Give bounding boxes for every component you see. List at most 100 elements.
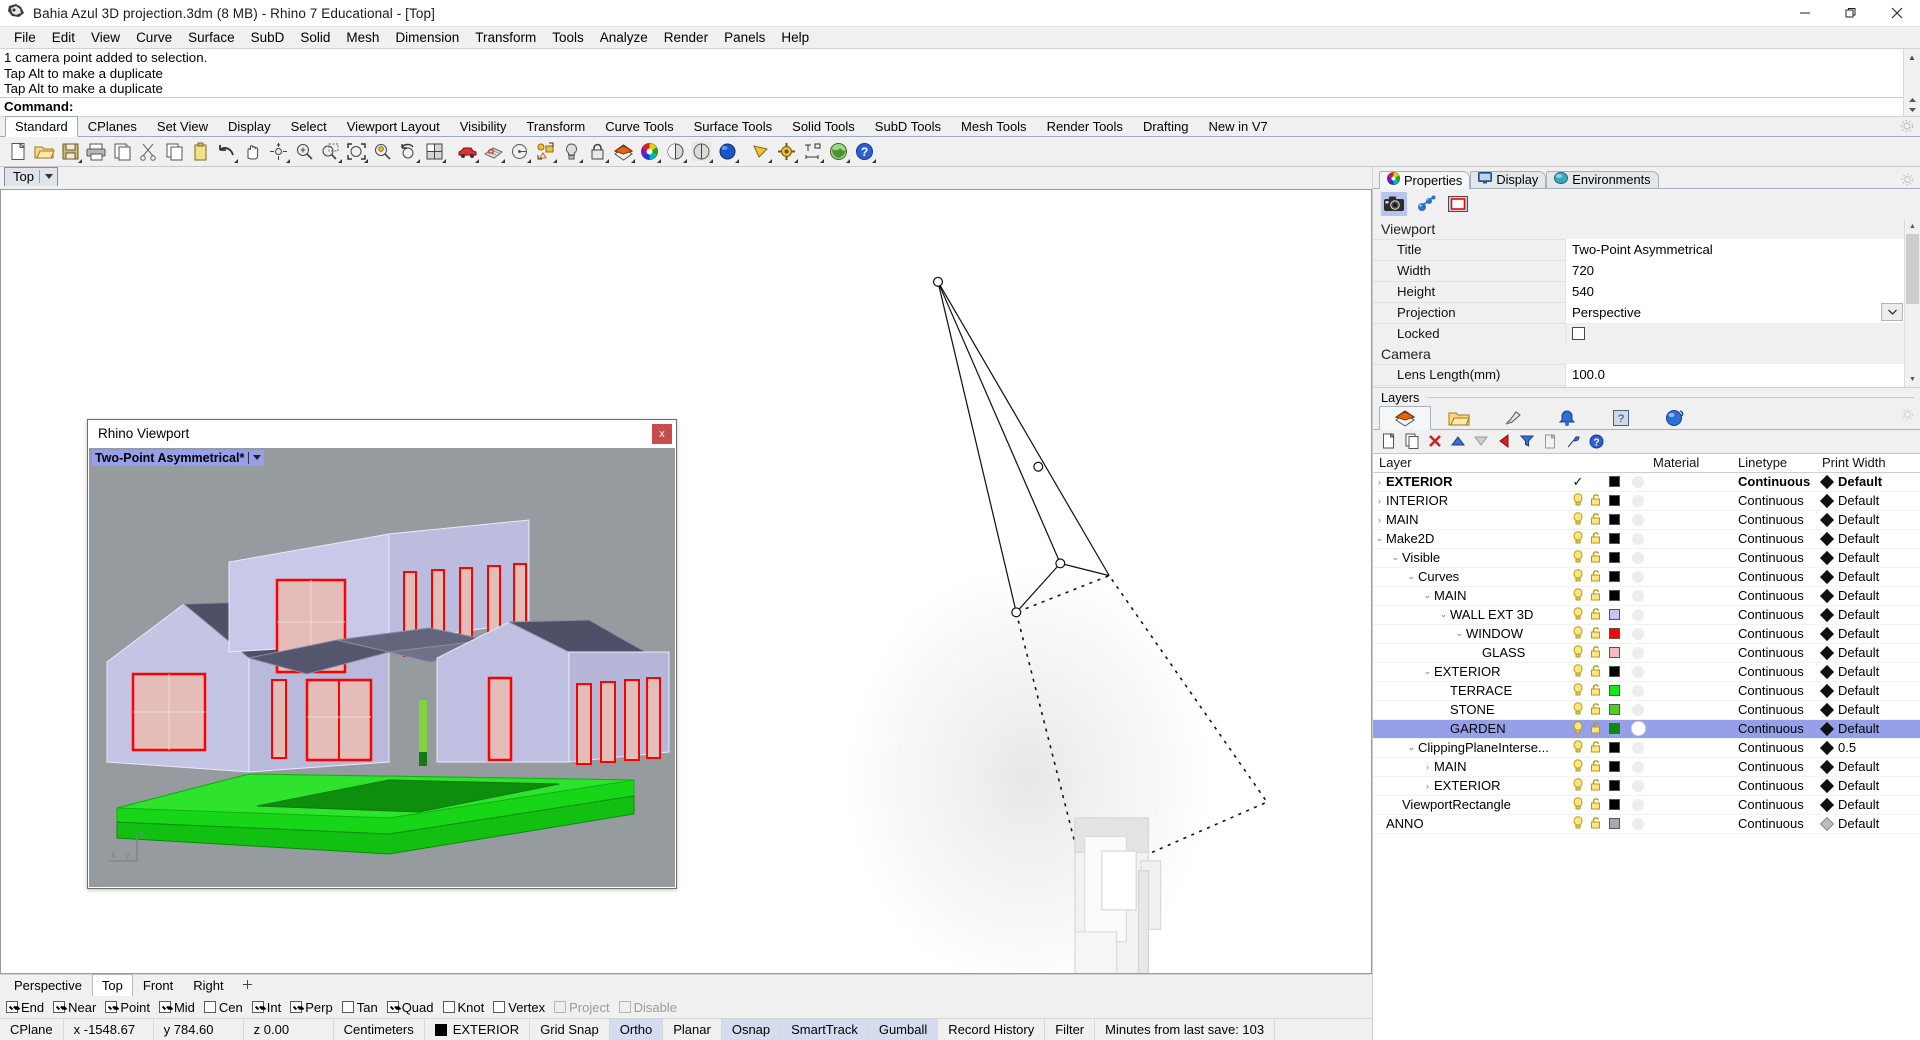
- chevron-down-icon[interactable]: ⌄: [1453, 628, 1466, 639]
- layer-name-cell[interactable]: ANNO: [1373, 816, 1569, 831]
- render-settings-icon[interactable]: [773, 138, 799, 164]
- camera-icon[interactable]: [1381, 192, 1407, 216]
- layer-material-swatch[interactable]: [1623, 818, 1653, 830]
- unlocked-padlock-icon[interactable]: [1590, 759, 1602, 775]
- osnap-project[interactable]: Project: [554, 1000, 609, 1015]
- lightbulb-icon[interactable]: [1572, 740, 1584, 756]
- lightbulb-icon[interactable]: [1572, 626, 1584, 642]
- layer-visibility-toggle[interactable]: [1569, 683, 1587, 699]
- menu-render[interactable]: Render: [656, 28, 716, 47]
- layer-linetype[interactable]: Continuous: [1738, 778, 1822, 793]
- layer-row[interactable]: ⌄EXTERIORContinuousDefault: [1373, 663, 1920, 682]
- floating-viewport-canvas[interactable]: Two-Point Asymmetrical*: [89, 448, 675, 887]
- checkbox[interactable]: [6, 1001, 18, 1013]
- undo-icon[interactable]: [213, 138, 239, 164]
- layer-row[interactable]: ⌄WALL EXT 3DContinuousDefault: [1373, 606, 1920, 625]
- tab-environments[interactable]: Environments: [1546, 171, 1658, 188]
- delete-layer-icon[interactable]: [1425, 431, 1445, 451]
- lightbulb-icon[interactable]: [1572, 797, 1584, 813]
- layer-name-cell[interactable]: ⌄ClippingPlaneInterse...: [1373, 740, 1569, 755]
- layer-visibility-toggle[interactable]: [1569, 664, 1587, 680]
- viewport-tab-front[interactable]: Front: [133, 974, 183, 996]
- viewport-tab-perspective[interactable]: Perspective: [4, 974, 92, 996]
- viewport-properties-icon[interactable]: [1445, 192, 1471, 216]
- toolbar-tab-drafting[interactable]: Drafting: [1133, 116, 1199, 136]
- layer-print-width[interactable]: Default: [1822, 797, 1920, 812]
- layer-material-swatch[interactable]: [1623, 533, 1653, 545]
- layers-grid[interactable]: Layer Material Linetype Print Width ›EXT…: [1373, 453, 1920, 1040]
- layer-color-swatch[interactable]: [1605, 818, 1623, 829]
- layers-icon[interactable]: [610, 138, 636, 164]
- checkbox[interactable]: [159, 1001, 171, 1013]
- lightbulb-icon[interactable]: [1572, 531, 1584, 547]
- render-preview-icon[interactable]: [747, 138, 773, 164]
- lightbulb-icon[interactable]: [1572, 778, 1584, 794]
- unlocked-padlock-icon[interactable]: [1590, 664, 1602, 680]
- unlocked-padlock-icon[interactable]: [1590, 569, 1602, 585]
- zoom-extents-icon[interactable]: [343, 138, 369, 164]
- layer-print-width[interactable]: Default: [1822, 645, 1920, 660]
- toolbar-tab-viewport-layout[interactable]: Viewport Layout: [337, 116, 450, 136]
- select-objects-icon[interactable]: [532, 138, 558, 164]
- lightbulb-icon[interactable]: [1572, 588, 1584, 604]
- layer-visibility-toggle[interactable]: [1569, 816, 1587, 832]
- checkbox[interactable]: [443, 1001, 455, 1013]
- menu-transform[interactable]: Transform: [467, 28, 544, 47]
- toolbar-tab-curve-tools[interactable]: Curve Tools: [595, 116, 683, 136]
- viewport-width-field[interactable]: 720: [1565, 260, 1904, 281]
- layer-row[interactable]: ›MAINContinuousDefault: [1373, 511, 1920, 530]
- scroll-up-icon[interactable]: ▲: [1904, 49, 1920, 66]
- checkbox[interactable]: [105, 1001, 117, 1013]
- osnap-perp[interactable]: Perp: [290, 1000, 332, 1015]
- layer-visibility-toggle[interactable]: ✓: [1569, 474, 1587, 490]
- checkbox[interactable]: [493, 1001, 505, 1013]
- layer-row[interactable]: GARDENContinuousDefault: [1373, 720, 1920, 739]
- layer-color-swatch[interactable]: [1605, 666, 1623, 677]
- named-view-car-icon[interactable]: [454, 138, 480, 164]
- layer-visibility-toggle[interactable]: [1569, 512, 1587, 528]
- layer-visibility-toggle[interactable]: [1569, 493, 1587, 509]
- menu-surface[interactable]: Surface: [180, 28, 243, 47]
- layer-properties-icon[interactable]: [1540, 431, 1560, 451]
- chevron-right-icon[interactable]: ›: [1421, 781, 1434, 791]
- osnap-tan[interactable]: Tan: [342, 1000, 378, 1015]
- color-wheel-icon[interactable]: [636, 138, 662, 164]
- layer-print-width[interactable]: Default: [1822, 588, 1920, 603]
- folder-tab-icon[interactable]: [1433, 406, 1485, 429]
- chevron-down-icon[interactable]: [253, 455, 261, 460]
- layers-help-icon[interactable]: ?: [1586, 431, 1606, 451]
- layer-linetype[interactable]: Continuous: [1738, 474, 1822, 489]
- unlocked-padlock-icon[interactable]: [1590, 512, 1602, 528]
- layer-row[interactable]: ⌄VisibleContinuousDefault: [1373, 549, 1920, 568]
- new-layer-icon[interactable]: [1379, 431, 1399, 451]
- viewport-title-field[interactable]: Two-Point Asymmetrical: [1565, 239, 1904, 260]
- move-layer-down-icon[interactable]: [1471, 431, 1491, 451]
- lock-object-icon[interactable]: [584, 138, 610, 164]
- layer-row[interactable]: ⌄WINDOWContinuousDefault: [1373, 625, 1920, 644]
- notification-bell-tab-icon[interactable]: [1541, 406, 1593, 429]
- open-file-icon[interactable]: [31, 138, 57, 164]
- layer-color-swatch[interactable]: [1605, 799, 1623, 810]
- layer-name-cell[interactable]: ⌄Visible: [1373, 550, 1569, 565]
- layer-lock-toggle[interactable]: [1587, 550, 1605, 566]
- chevron-down-icon[interactable]: [1881, 303, 1903, 321]
- light-icon[interactable]: [558, 138, 584, 164]
- layer-row[interactable]: ⌄ClippingPlaneInterse...Continuous0.5: [1373, 739, 1920, 758]
- chevron-right-icon[interactable]: ›: [1373, 515, 1386, 525]
- layer-row[interactable]: ›MAINContinuousDefault: [1373, 758, 1920, 777]
- toolbar-tab-standard[interactable]: Standard: [5, 116, 78, 137]
- layer-row[interactable]: ⌄MAINContinuousDefault: [1373, 587, 1920, 606]
- lightbulb-icon[interactable]: [1572, 512, 1584, 528]
- brush-tab-icon[interactable]: [1487, 406, 1539, 429]
- layer-print-width[interactable]: Default: [1822, 550, 1920, 565]
- menu-file[interactable]: File: [6, 28, 44, 47]
- menu-dimension[interactable]: Dimension: [387, 28, 467, 47]
- layer-lock-toggle[interactable]: [1587, 797, 1605, 813]
- close-icon[interactable]: x: [652, 424, 672, 444]
- toggle-smarttrack[interactable]: SmartTrack: [781, 1019, 869, 1040]
- layer-print-width[interactable]: Default: [1822, 721, 1920, 736]
- locked-checkbox[interactable]: [1572, 327, 1585, 340]
- layer-material-swatch[interactable]: [1623, 704, 1653, 716]
- layer-lock-toggle[interactable]: [1587, 778, 1605, 794]
- rotation-field[interactable]: 0.0: [1565, 385, 1904, 387]
